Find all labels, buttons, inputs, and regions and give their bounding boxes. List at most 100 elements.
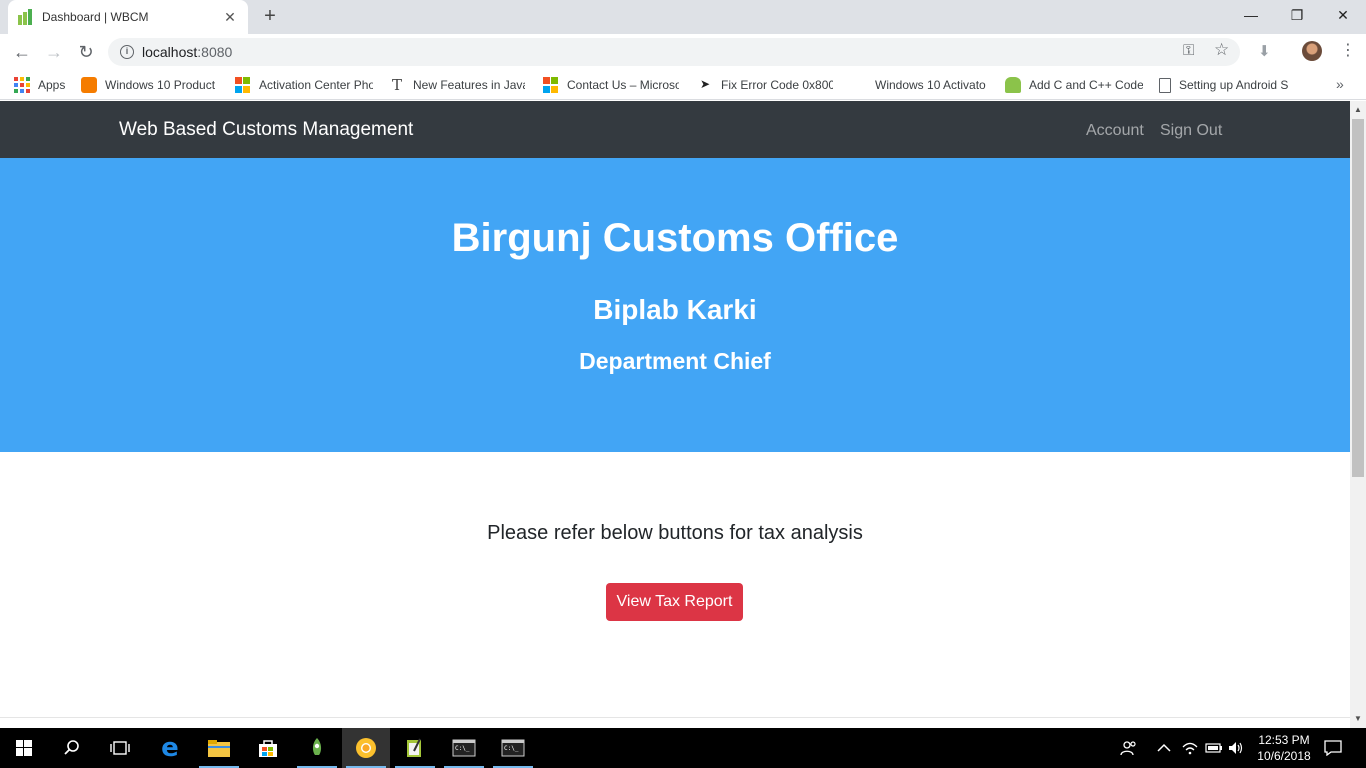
clock-time: 12:53 PM	[1258, 733, 1310, 747]
menu-icon[interactable]: ⋮	[1340, 40, 1356, 60]
folder-icon	[208, 740, 230, 757]
bookmark-item[interactable]: Setting up Android S	[1159, 76, 1297, 94]
bookmark-item[interactable]: Activation Center Pho	[235, 76, 373, 94]
task-view-button[interactable]	[96, 728, 144, 768]
microsoft-icon	[543, 77, 559, 93]
bookmark-label: Apps	[38, 78, 66, 92]
taskbar-store[interactable]	[244, 728, 292, 768]
taskbar-app-rocket[interactable]	[293, 728, 341, 768]
people-icon[interactable]	[1120, 728, 1138, 768]
search-button[interactable]	[48, 728, 96, 768]
show-hidden-icons-icon[interactable]	[1157, 728, 1171, 768]
microsoft-icon	[235, 77, 251, 93]
minimize-button[interactable]: —	[1228, 0, 1274, 30]
taskbar-notepad-plus[interactable]	[391, 728, 439, 768]
blank-page-icon	[851, 77, 867, 93]
taskbar-terminal-2[interactable]: C:\_	[489, 728, 537, 768]
scroll-up-icon[interactable]: ▲	[1354, 105, 1362, 114]
download-icon[interactable]: ⬇	[1258, 42, 1271, 60]
battery-icon[interactable]	[1205, 728, 1223, 768]
page-viewport: Web Based Customs Management Account Sig…	[0, 101, 1350, 728]
bookmark-item[interactable]: Add C and C++ Code	[1005, 76, 1143, 94]
task-view-icon	[110, 741, 130, 755]
clock-date: 10/6/2018	[1257, 749, 1311, 763]
terminal-icon: C:\_	[452, 739, 476, 757]
action-center-icon[interactable]	[1324, 728, 1342, 768]
address-bar[interactable]: i localhost:8080	[108, 38, 1240, 66]
bookmark-label: New Features in Java	[413, 78, 525, 92]
scrollbar-thumb[interactable]	[1352, 119, 1364, 477]
url-text: localhost:8080	[142, 44, 233, 60]
chrome-icon	[356, 738, 376, 758]
windows-logo-icon	[16, 740, 32, 756]
start-button[interactable]	[0, 728, 48, 768]
search-icon	[64, 740, 79, 755]
rocket-icon	[312, 738, 322, 755]
nav-account-link[interactable]: Account	[1086, 122, 1144, 140]
hero-banner: Birgunj Customs Office Biplab Karki Depa…	[0, 158, 1350, 452]
bookmark-item[interactable]: Contact Us – Microso	[543, 76, 679, 94]
site-navbar: Web Based Customs Management Account Sig…	[0, 101, 1350, 158]
wifi-icon[interactable]	[1182, 728, 1198, 768]
bookmark-star-icon[interactable]: ☆	[1214, 40, 1229, 60]
volume-icon[interactable]	[1228, 728, 1244, 768]
user-role: Department Chief	[579, 348, 771, 374]
bookmarks-bar: Apps Windows 10 Product Activation Cente…	[0, 70, 1366, 100]
taskbar-edge[interactable]: e	[146, 728, 194, 768]
svg-text:C:\_: C:\_	[455, 745, 470, 752]
android-icon	[1005, 77, 1021, 93]
user-name: Biplab Karki	[593, 294, 757, 325]
close-window-button[interactable]: ✕	[1320, 0, 1366, 30]
tab-title: Dashboard | WBCM	[42, 10, 149, 24]
bookmark-label: Add C and C++ Code	[1029, 78, 1143, 92]
back-button[interactable]: ←	[10, 40, 34, 64]
page-icon	[1159, 77, 1171, 93]
bookmark-apps[interactable]: Apps	[14, 76, 65, 94]
bookmark-item[interactable]: Windows 10 Product	[81, 76, 215, 94]
bookmark-label: Contact Us – Microso	[567, 78, 679, 92]
new-tab-button[interactable]: +	[258, 4, 282, 28]
forward-button[interactable]: →	[42, 40, 66, 64]
store-bag-icon	[259, 740, 277, 757]
terminal-icon: C:\_	[501, 739, 525, 757]
windows-taskbar: e C:\_ C:\_ 12:53 PM 10/6/2018	[0, 728, 1366, 768]
bookmark-label: Windows 10 Product	[105, 78, 215, 92]
taskbar-terminal-1[interactable]: C:\_	[440, 728, 488, 768]
system-clock[interactable]: 12:53 PM 10/6/2018	[1256, 732, 1312, 764]
bookmark-label: Setting up Android S	[1179, 78, 1289, 92]
scroll-down-icon[interactable]: ▼	[1354, 714, 1362, 723]
info-icon[interactable]: i	[120, 45, 134, 59]
divider	[0, 717, 1350, 718]
browser-tab-strip: Dashboard | WBCM ✕ + — ❐ ✕	[0, 0, 1366, 34]
bookmark-label: Activation Center Pho	[259, 78, 373, 92]
blogger-icon	[81, 77, 97, 93]
notepad-icon	[407, 738, 421, 757]
reload-button[interactable]: ↻	[74, 40, 98, 64]
site-favicon-icon	[18, 9, 34, 25]
bookmark-item[interactable]: Windows 10 Activato	[851, 76, 989, 94]
office-title: Birgunj Customs Office	[451, 216, 899, 260]
typography-icon: T	[391, 76, 402, 94]
instruction-text: Please refer below buttons for tax analy…	[487, 522, 863, 544]
svg-text:C:\_: C:\_	[504, 745, 519, 752]
edge-icon: e	[161, 733, 179, 763]
nav-sign-out-link[interactable]: Sign Out	[1160, 122, 1222, 140]
profile-avatar[interactable]	[1302, 41, 1322, 61]
view-tax-report-button[interactable]: View Tax Report	[606, 583, 743, 621]
taskbar-chrome[interactable]	[342, 728, 390, 768]
bookmark-item[interactable]: ➤ Fix Error Code 0x800	[697, 76, 833, 94]
taskbar-file-explorer[interactable]	[195, 728, 243, 768]
page-scrollbar[interactable]: ▲ ▼	[1350, 101, 1366, 728]
browser-toolbar: ← → ↻ i localhost:8080 ⚿ ☆ ⬇ ⋮	[0, 34, 1366, 70]
bookmark-item[interactable]: T New Features in Java	[389, 76, 525, 94]
apps-grid-icon	[14, 77, 30, 93]
browser-tab[interactable]: Dashboard | WBCM ✕	[8, 0, 248, 34]
bookmarks-overflow-icon[interactable]: »	[1336, 76, 1344, 92]
bookmark-label: Fix Error Code 0x800	[721, 78, 833, 92]
navbar-brand[interactable]: Web Based Customs Management	[119, 119, 413, 141]
tab-close-icon[interactable]: ✕	[222, 9, 238, 26]
bookmark-label: Windows 10 Activato	[875, 78, 986, 92]
cursor-icon: ➤	[699, 77, 711, 91]
key-icon[interactable]: ⚿	[1183, 42, 1194, 59]
restore-button[interactable]: ❐	[1274, 0, 1320, 30]
